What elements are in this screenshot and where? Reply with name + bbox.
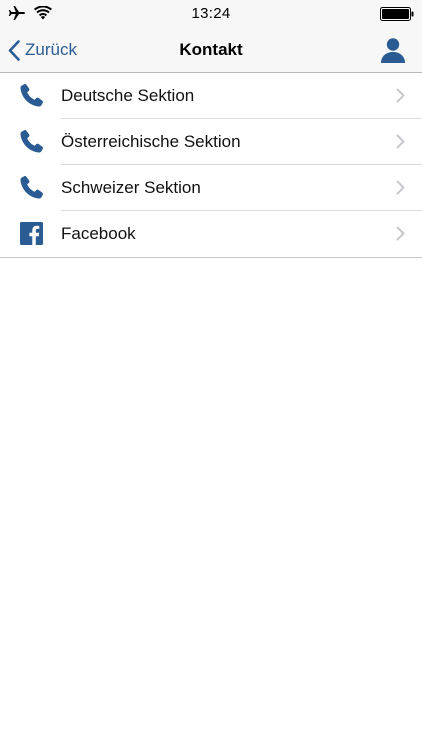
list-item-label: Facebook: [61, 224, 136, 243]
app-screen: 13:24 Zurück Kontakt Deutsche Sektion Ös…: [0, 0, 422, 750]
user-icon: [381, 38, 405, 63]
contact-list: Deutsche Sektion Österreichische Sektion: [0, 73, 422, 258]
user-profile-button[interactable]: [380, 37, 406, 63]
status-time: 13:24: [191, 5, 231, 22]
chevron-right-icon: [396, 180, 405, 195]
navigation-bar: Zurück Kontakt: [0, 28, 422, 73]
phone-icon: [19, 175, 44, 200]
phone-icon: [19, 129, 44, 154]
phone-icon: [19, 83, 44, 108]
list-item-label: Österreichische Sektion: [61, 132, 241, 151]
list-item-deutsche-sektion[interactable]: Deutsche Sektion: [0, 73, 422, 119]
battery-icon: [380, 7, 414, 21]
facebook-icon: [19, 221, 44, 246]
chevron-right-icon: [396, 134, 405, 149]
page-title: Kontakt: [179, 40, 243, 59]
status-bar: 13:24: [0, 0, 422, 28]
list-item-schweizer-sektion[interactable]: Schweizer Sektion: [0, 165, 422, 211]
list-item-label: Deutsche Sektion: [61, 86, 195, 105]
list-item-label: Schweizer Sektion: [61, 178, 201, 197]
chevron-right-icon: [396, 88, 405, 103]
list-item-oesterreichische-sektion[interactable]: Österreichische Sektion: [0, 119, 422, 165]
chevron-right-icon: [396, 226, 405, 241]
list-item-facebook[interactable]: Facebook: [0, 211, 422, 257]
